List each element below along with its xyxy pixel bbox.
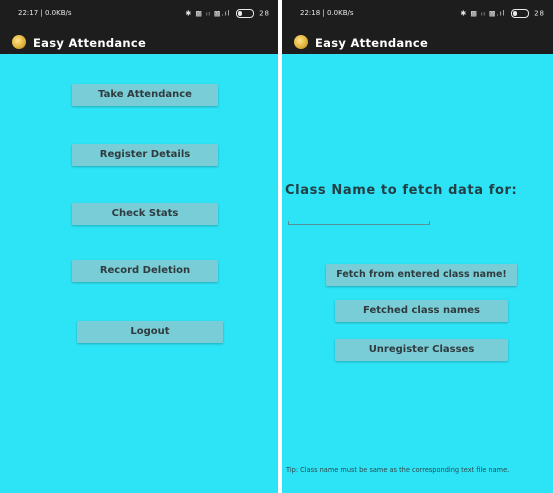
fetched-class-names-button[interactable]: Fetched class names <box>335 300 508 322</box>
take-attendance-button[interactable]: Take Attendance <box>72 84 218 106</box>
app-bar: Easy Attendance <box>0 30 278 54</box>
status-bar: 22:18 | 0.0KB/s ✱ ▩ ᵢₗ ▩.ıl 28 <box>282 0 553 30</box>
app-logo-icon <box>12 35 26 49</box>
battery-level: 28 <box>259 9 270 18</box>
app-title: Easy Attendance <box>33 36 147 50</box>
status-time: 22:18 | 0.0KB/s <box>300 9 354 17</box>
status-icons: ✱ ▩ ᵢₗ ▩.ıl 28 <box>460 9 545 18</box>
record-deletion-button[interactable]: Record Deletion <box>72 260 218 282</box>
app-logo-icon <box>294 35 308 49</box>
signal-icons: ✱ ▩ ᵢₗ ▩.ıl <box>185 9 231 18</box>
status-icons: ✱ ▩ ᵢₗ ▩.ıl 28 <box>185 9 270 18</box>
class-name-input[interactable] <box>288 221 430 225</box>
fetch-entered-class-button[interactable]: Fetch from entered class name! <box>326 264 517 286</box>
status-time: 22:17 | 0.0KB/s <box>18 9 72 17</box>
signal-icons: ✱ ▩ ᵢₗ ▩.ıl <box>460 9 506 18</box>
class-name-label: Class Name to fetch data for: <box>285 183 518 198</box>
app-title: Easy Attendance <box>315 36 429 50</box>
unregister-classes-button[interactable]: Unregister Classes <box>335 339 508 361</box>
status-bar: 22:17 | 0.0KB/s ✱ ▩ ᵢₗ ▩.ıl 28 <box>0 0 278 30</box>
app-bar: Easy Attendance <box>282 30 553 54</box>
battery-icon <box>235 9 254 18</box>
battery-level: 28 <box>534 9 545 18</box>
right-screen: 22:18 | 0.0KB/s ✱ ▩ ᵢₗ ▩.ıl 28 Easy Atte… <box>282 0 553 493</box>
logout-button[interactable]: Logout <box>77 321 223 343</box>
register-details-button[interactable]: Register Details <box>72 144 218 166</box>
check-stats-button[interactable]: Check Stats <box>72 203 218 225</box>
tip-text: Tip: Class name must be same as the corr… <box>286 466 510 474</box>
battery-icon <box>510 9 529 18</box>
left-screen: 22:17 | 0.0KB/s ✱ ▩ ᵢₗ ▩.ıl 28 Easy Atte… <box>0 0 278 493</box>
